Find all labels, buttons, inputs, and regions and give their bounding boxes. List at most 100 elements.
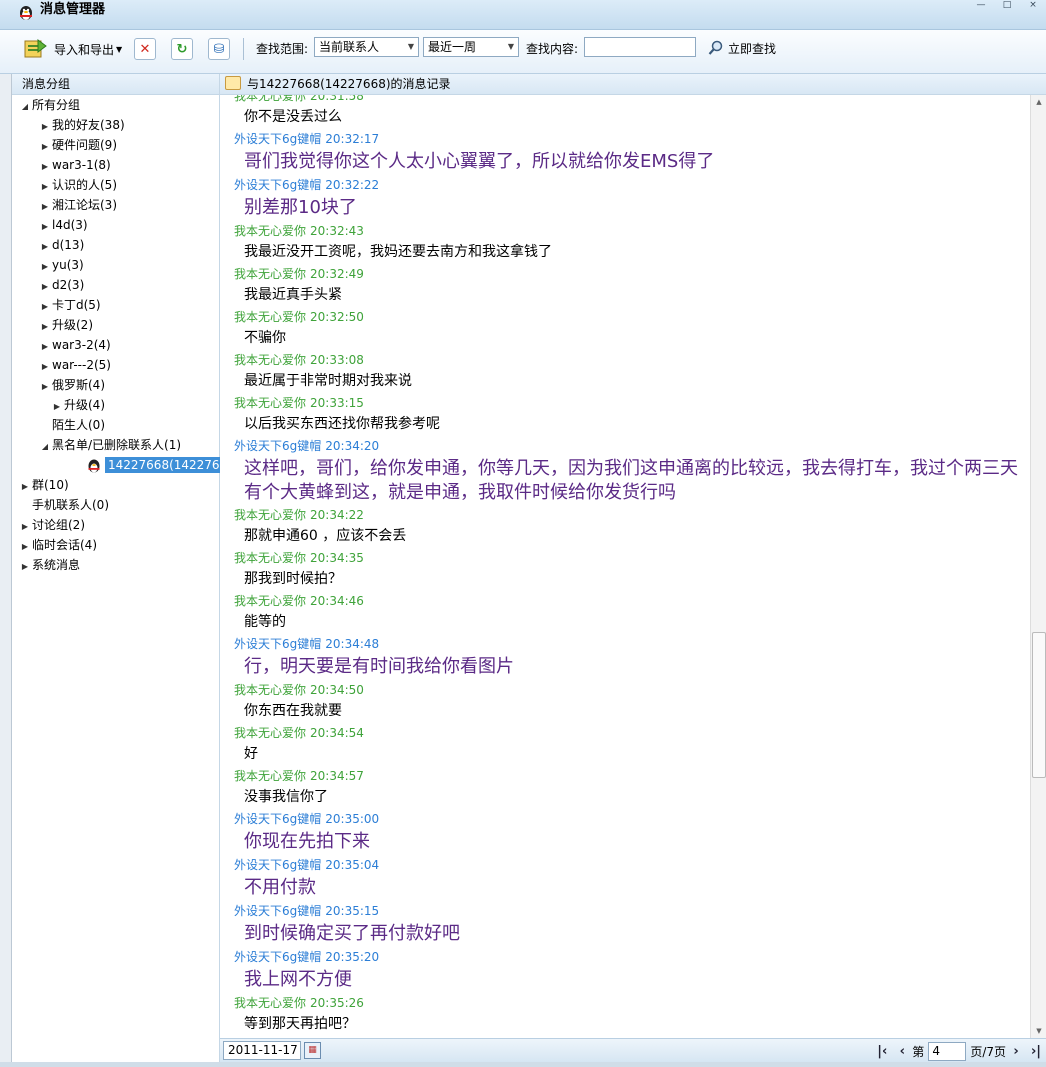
chat-header: 与14227668(14227668)的消息记录 [220, 74, 1046, 95]
scrollbar-thumb[interactable] [1032, 632, 1046, 778]
message-text: 哥们我觉得你这个人太小心翼翼了，所以就给你发EMS得了 [244, 151, 715, 172]
message-meta: 我本无心爱你 20:32:43 [234, 224, 1026, 238]
refresh-button[interactable]: ↻ [171, 36, 193, 62]
tree-item-label: 系统消息 [32, 558, 81, 572]
collapsed-triangle-icon[interactable]: ▶ [38, 257, 52, 277]
message-item: 我本无心爱你 20:32:49 我最近真手头紧 [234, 267, 1026, 304]
tree-item[interactable]: ▶ 我的好友(38) [38, 115, 125, 135]
message-item: 外设天下6g键帽 20:35:04 不用付款 [234, 858, 1026, 900]
scroll-up-icon[interactable]: ▲ [1031, 95, 1046, 109]
message-sender: 我本无心爱你 [234, 683, 307, 697]
tree-item[interactable]: 陌生人(0) [38, 415, 105, 435]
minimize-button[interactable]: — [968, 0, 994, 12]
tree-item[interactable]: ▶ 升级(4) [50, 395, 105, 415]
last-page-icon[interactable]: ›| [1026, 1044, 1046, 1059]
first-page-icon[interactable]: |‹ [872, 1044, 892, 1059]
collapsed-triangle-icon[interactable]: ▶ [38, 337, 52, 357]
search-now-button[interactable]: 立即查找 [708, 38, 776, 58]
collapsed-triangle-icon[interactable]: ▶ [38, 277, 52, 297]
search-content-input[interactable] [584, 37, 696, 57]
tree-item[interactable]: ◢ 黑名单/已删除联系人(1) [38, 435, 181, 455]
message-time: 20:33:15 [310, 396, 364, 410]
search-now-label: 立即查找 [728, 41, 777, 56]
collapsed-triangle-icon[interactable]: ▶ [18, 537, 32, 557]
backup-button[interactable]: ⛁ [208, 36, 230, 62]
page-number-input[interactable]: 4 [928, 1041, 967, 1061]
tree-item[interactable]: ▶ d2(3) [38, 275, 84, 295]
delete-button[interactable]: ✕ [134, 36, 156, 62]
collapsed-triangle-icon[interactable]: ▶ [38, 157, 52, 177]
message-text: 没事我信你了 [244, 789, 328, 805]
collapsed-triangle-icon[interactable]: ▶ [38, 237, 52, 257]
contact-scope-select[interactable]: 当前联系人 ▼ [314, 37, 419, 57]
next-page-icon[interactable]: › [1006, 1044, 1026, 1059]
tree-item[interactable]: ▶ 系统消息 [18, 555, 80, 575]
message-text: 以后我买东西还找你帮我参考呢 [244, 416, 440, 432]
tree-item-label: 升级(4) [64, 398, 105, 412]
message-sender: 我本无心爱你 [234, 508, 307, 522]
message-item: 我本无心爱你 20:33:08 最近属于非常时期对我来说 [234, 353, 1026, 390]
collapsed-triangle-icon[interactable]: ▶ [18, 477, 32, 497]
tree-item[interactable]: ▶ 认识的人(5) [38, 175, 117, 195]
tree-item-label: 讨论组(2) [32, 518, 85, 532]
collapsed-triangle-icon[interactable]: ▶ [18, 517, 32, 537]
date-field[interactable]: 2011-11-17 [223, 1041, 301, 1060]
tree-item[interactable]: ▶ war---2(5) [38, 355, 111, 375]
message-text: 你现在先拍下来 [244, 831, 370, 852]
time-range-select[interactable]: 最近一周 ▼ [423, 37, 519, 57]
message-time: 20:34:46 [310, 594, 364, 608]
tree-item-label: d(13) [52, 238, 85, 252]
tree-item[interactable]: ▶ 群(10) [18, 475, 69, 495]
tree-item-label: 所有分组 [32, 98, 81, 112]
collapsed-triangle-icon[interactable]: ▶ [50, 397, 64, 417]
refresh-icon: ↻ [171, 38, 193, 60]
tree-item[interactable]: ▶ war3-1(8) [38, 155, 111, 175]
tree-item[interactable]: ◢ 所有分组 [18, 95, 80, 115]
collapsed-triangle-icon[interactable]: ▶ [38, 137, 52, 157]
tree-item[interactable]: ▶ 湘江论坛(3) [38, 195, 117, 215]
message-time: 20:35:26 [310, 996, 364, 1010]
message-text: 那我到时候拍？ [244, 571, 342, 587]
tree-item[interactable]: ▶ 升级(2) [38, 315, 93, 335]
collapsed-triangle-icon[interactable]: ▶ [18, 557, 32, 577]
page-suffix: 页/7页 [970, 1044, 1006, 1059]
scroll-down-icon[interactable]: ▼ [1031, 1024, 1046, 1038]
expanded-triangle-icon[interactable]: ◢ [18, 97, 32, 117]
message-item: 我本无心爱你 20:32:43 我最近没开工资呢，我妈还要去南方和我这拿钱了 [234, 224, 1026, 261]
expanded-triangle-icon[interactable]: ◢ [38, 437, 52, 457]
tree-item[interactable]: ▶ 卡丁d(5) [38, 295, 101, 315]
message-item: 我本无心爱你 20:34:50 你东西在我就要 [234, 683, 1026, 720]
collapsed-triangle-icon[interactable]: ▶ [38, 297, 52, 317]
message-time: 20:34:54 [310, 726, 364, 740]
message-text: 我最近没开工资呢，我妈还要去南方和我这拿钱了 [244, 244, 552, 260]
message-sender: 我本无心爱你 [234, 353, 307, 367]
collapsed-triangle-icon[interactable]: ▶ [38, 217, 52, 237]
collapsed-triangle-icon[interactable]: ▶ [38, 117, 52, 137]
tree-item[interactable]: ▶ war3-2(4) [38, 335, 111, 355]
close-button[interactable]: × [1020, 0, 1046, 12]
collapsed-triangle-icon[interactable]: ▶ [38, 317, 52, 337]
tree-item[interactable]: 手机联系人(0) [18, 495, 109, 515]
tree-item[interactable]: ▶ 俄罗斯(4) [38, 375, 105, 395]
collapsed-triangle-icon[interactable]: ▶ [38, 377, 52, 397]
prev-page-icon[interactable]: ‹ [892, 1044, 912, 1059]
tree-item[interactable]: ▶ 硬件问题(9) [38, 135, 117, 155]
tree-item[interactable]: ▶ 临时会话(4) [18, 535, 97, 555]
message-meta: 外设天下6g键帽 20:34:20 [234, 439, 1026, 453]
tree-item[interactable]: ▶ yu(3) [38, 255, 84, 275]
collapsed-triangle-icon[interactable]: ▶ [38, 197, 52, 217]
tree-item[interactable]: ▶ l4d(3) [38, 215, 88, 235]
tree-item[interactable]: 14227668(14227668) [72, 455, 243, 475]
calendar-icon[interactable]: ▦ [304, 1042, 321, 1059]
tree-item[interactable]: ▶ d(13) [38, 235, 84, 255]
maximize-button[interactable]: □ [994, 0, 1020, 12]
collapsed-triangle-icon[interactable]: ▶ [38, 177, 52, 197]
message-scrollbar[interactable]: ▲ ▼ [1030, 95, 1046, 1038]
import-export-button[interactable]: 导入和导出 ▼ [24, 36, 122, 62]
tree-item[interactable]: ▶ 讨论组(2) [18, 515, 85, 535]
message-sender: 我本无心爱你 [234, 95, 307, 103]
message-item: 我本无心爱你 20:31:58 你不是没丢过么 [234, 95, 1026, 126]
collapsed-triangle-icon[interactable]: ▶ [38, 357, 52, 377]
message-text: 我最近真手头紧 [244, 287, 342, 303]
message-meta: 我本无心爱你 20:32:49 [234, 267, 1026, 281]
